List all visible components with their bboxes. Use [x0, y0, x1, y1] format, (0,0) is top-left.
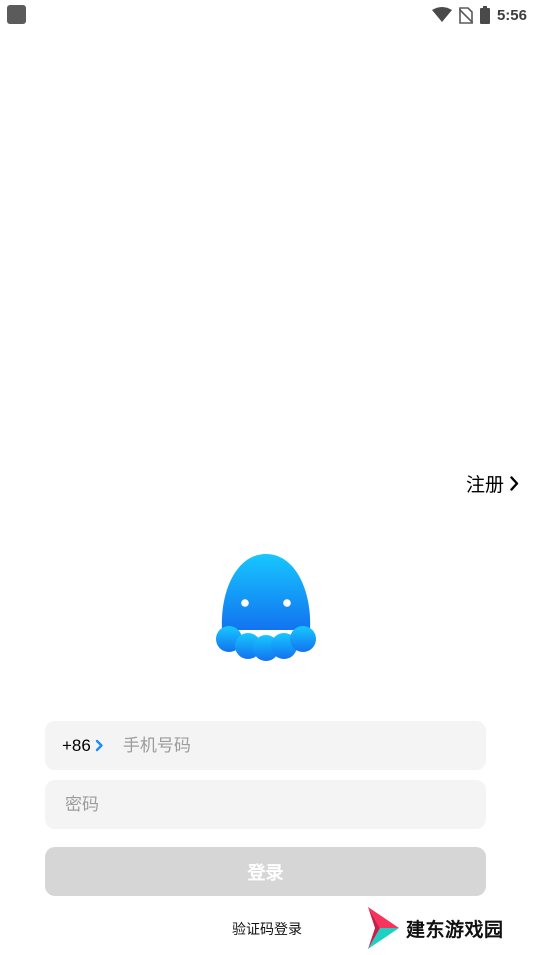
wifi-icon — [431, 7, 452, 22]
register-label: 注册 — [465, 474, 504, 496]
login-button[interactable]: 登录 — [45, 847, 486, 896]
register-link[interactable]: 注册 — [466, 470, 519, 497]
watermark-text: 建东游戏园 — [406, 918, 504, 941]
no-sim-icon — [458, 6, 473, 24]
password-field — [45, 780, 486, 829]
watermark: 建东游戏园 — [366, 905, 504, 951]
status-icons: 5:56 — [431, 4, 527, 26]
chevron-right-icon — [95, 739, 103, 752]
phone-field: +86 — [45, 721, 486, 770]
sms-login-link[interactable]: 验证码登录 — [232, 919, 302, 939]
watermark-logo-icon — [368, 907, 399, 949]
status-time: 5:56 — [496, 6, 527, 24]
octopus-logo-icon — [216, 554, 316, 661]
app-notification-icon — [7, 5, 26, 24]
chevron-right-icon — [510, 476, 519, 491]
country-code-label: +86 — [62, 735, 91, 755]
country-code-selector[interactable]: +86 — [62, 736, 104, 756]
password-input[interactable] — [63, 783, 467, 826]
battery-icon — [479, 6, 490, 24]
phone-input[interactable] — [120, 724, 425, 767]
status-bar: 5:56 — [0, 0, 533, 30]
